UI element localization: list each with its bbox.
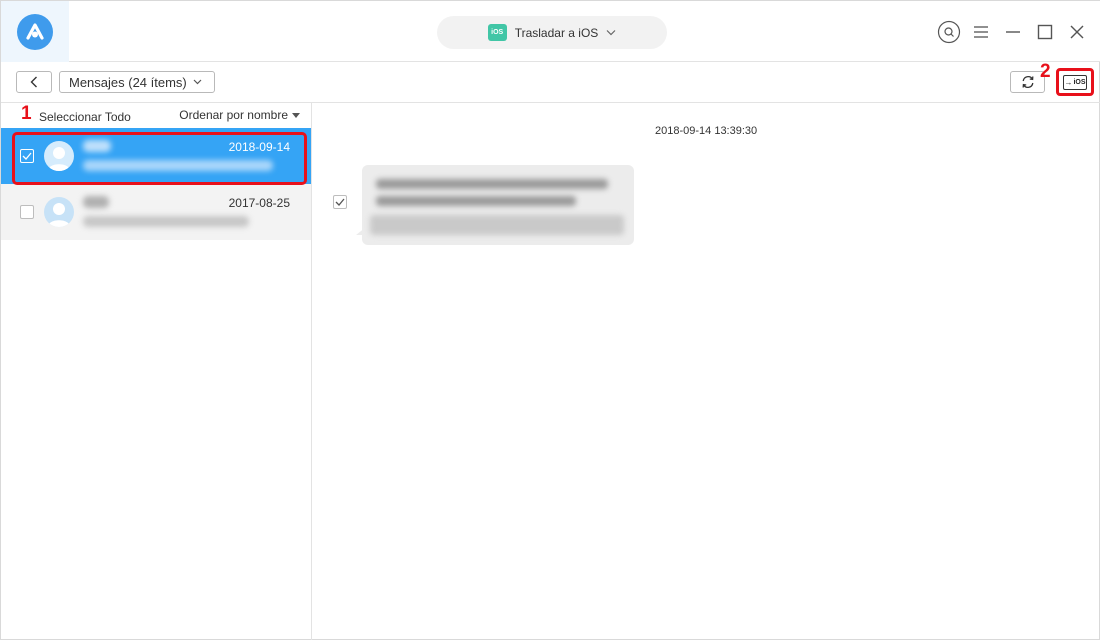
close-button[interactable] (1065, 20, 1089, 44)
logo-area (1, 1, 69, 62)
check-icon (335, 198, 345, 206)
message-checkbox[interactable] (333, 195, 347, 209)
contact-name-redacted (83, 140, 111, 152)
step-1-marker: 1 (21, 103, 32, 124)
minimize-button[interactable] (1001, 20, 1025, 44)
conversation-row[interactable]: 2017-08-25 (1, 184, 311, 240)
toolbar: Mensajes (24 ítems) → iOS (1, 62, 1100, 103)
minimize-icon (1006, 31, 1020, 33)
message-preview-redacted (83, 160, 273, 171)
window-controls (937, 20, 1089, 44)
message-text-redacted (376, 196, 576, 206)
message-preview-redacted (83, 216, 249, 227)
maximize-icon (1037, 24, 1053, 40)
app-logo-icon (17, 13, 53, 50)
caret-down-icon (292, 112, 300, 118)
menu-button[interactable] (969, 20, 993, 44)
check-icon (22, 152, 32, 160)
conversation-list-panel: Seleccionar Todo Ordenar por nombre 2018… (1, 103, 312, 640)
refresh-icon (1022, 76, 1033, 88)
sort-label: Ordenar por nombre (179, 108, 288, 122)
message-text-redacted (376, 179, 608, 189)
chevron-down-icon (606, 30, 616, 36)
avatar-icon (44, 197, 74, 227)
ios-badge-icon: iOS (487, 24, 507, 41)
message-text-redacted (370, 215, 624, 235)
mode-label: Trasladar a iOS (514, 25, 599, 40)
to-ios-label: iOS (1073, 78, 1086, 86)
menu-icon (974, 26, 988, 38)
maximize-button[interactable] (1033, 20, 1057, 44)
contact-name-redacted (83, 196, 109, 208)
message-timestamp: 2018-09-14 13:39:30 (655, 125, 758, 137)
category-dropdown[interactable]: Mensajes (24 ítems) (59, 71, 215, 93)
conversation-date: 2018-09-14 (228, 140, 290, 154)
search-button[interactable] (937, 20, 961, 44)
select-all-button[interactable]: Seleccionar Todo (39, 110, 131, 124)
close-icon (1070, 25, 1084, 39)
search-icon (937, 20, 961, 44)
conversation-date: 2017-08-25 (228, 196, 290, 210)
message-detail-panel: 2018-09-14 13:39:30 (312, 103, 1100, 640)
chevron-down-icon (193, 79, 202, 85)
category-label: Mensajes (24 ítems) (69, 74, 187, 90)
send-to-ios-button[interactable]: → iOS (1056, 68, 1094, 96)
title-bar: iOS Trasladar a iOS (1, 1, 1100, 62)
sort-dropdown[interactable]: Ordenar por nombre (179, 108, 300, 122)
list-header: Seleccionar Todo Ordenar por nombre (1, 103, 312, 128)
to-ios-icon: → iOS (1063, 74, 1087, 90)
row-checkbox[interactable] (20, 149, 34, 163)
avatar-icon (44, 141, 74, 171)
back-button[interactable] (16, 71, 52, 93)
mode-selector[interactable]: iOS Trasladar a iOS (437, 16, 667, 49)
chevron-left-icon (30, 76, 37, 88)
row-checkbox[interactable] (20, 205, 34, 219)
message-bubble (362, 165, 634, 245)
app-window: iOS Trasladar a iOS Mensajes (24 ítems) … (0, 0, 1100, 640)
conversation-row[interactable]: 2018-09-14 (1, 128, 311, 184)
step-2-marker: 2 (1040, 61, 1051, 82)
